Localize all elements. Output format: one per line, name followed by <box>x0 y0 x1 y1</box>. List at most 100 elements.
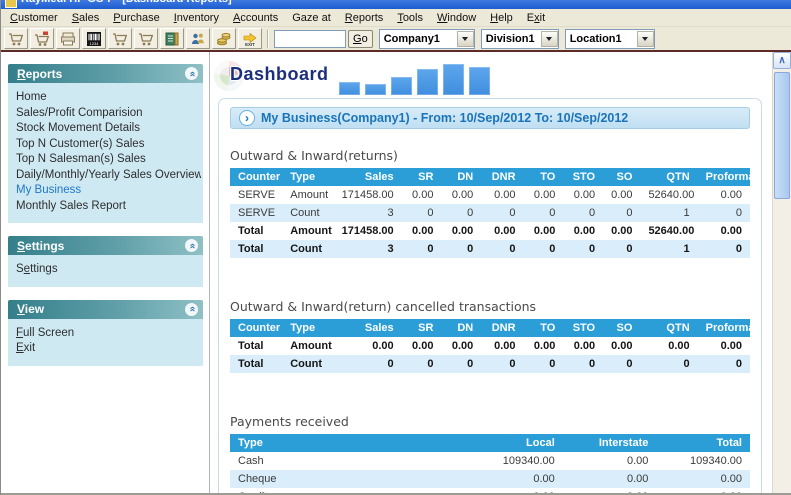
sidebar-item-my-business[interactable]: My Business <box>16 183 201 199</box>
menu-item-help[interactable]: Help <box>483 11 520 25</box>
sidebar-item-daily-monthly-yearly-sales-overview[interactable]: Daily/Monthly/Yearly Sales Overview <box>16 168 201 184</box>
column-header: SO <box>603 168 641 186</box>
cell: 0 <box>481 355 524 373</box>
cell: Total <box>238 340 264 352</box>
toolbar-button-customers[interactable] <box>186 28 210 49</box>
cell: 0.00 <box>611 340 633 352</box>
sidebar-item-top-n-customer-s-sales[interactable]: Top N Customer(s) Sales <box>16 137 201 153</box>
menu-item-tools[interactable]: Tools <box>390 11 430 25</box>
column-header: STO <box>563 319 604 337</box>
menu-item-reports[interactable]: Reports <box>338 11 391 25</box>
location-select[interactable]: Location1 <box>564 28 655 49</box>
cell: 0 <box>401 204 442 222</box>
quick-search-input[interactable] <box>274 29 346 48</box>
division-select[interactable]: Division1 <box>480 28 559 49</box>
column-header: QTN <box>640 319 698 337</box>
menu-item-sales[interactable]: Sales <box>65 11 107 25</box>
sales-cart-icon <box>8 31 24 47</box>
cell: 109340.00 <box>502 455 555 467</box>
column-header: SO <box>603 319 641 337</box>
cell: 52640.00 <box>648 189 695 201</box>
scroll-up-button[interactable]: ∧ <box>773 52 791 69</box>
table-title: Outward & Inward(return) cancelled trans… <box>230 299 537 314</box>
company-select[interactable]: Company1 <box>378 28 475 49</box>
table-title: Outward & Inward(returns) <box>230 148 398 163</box>
collapse-chevron-icon[interactable]: « <box>185 67 198 80</box>
cell: 1 <box>640 204 698 222</box>
table-section-outward-inward-returns: Outward & Inward(returns) Counter Type Sale… <box>230 148 750 258</box>
toolbar-button-cash-coins[interactable] <box>212 28 236 49</box>
dropdown-arrow-icon[interactable] <box>456 30 474 47</box>
menu-item-window[interactable]: Window <box>430 11 483 25</box>
sidebar-item-top-n-salesman-s-sales[interactable]: Top N Salesman(s) Sales <box>16 152 201 168</box>
cell: 0.00 <box>533 340 556 352</box>
cell: 0.00 <box>412 225 434 237</box>
sidebar-section-settings: Settings « Settings <box>8 236 203 287</box>
menu-item-accounts[interactable]: Accounts <box>226 11 285 25</box>
toolbar-button-purchase-cart[interactable] <box>30 28 54 49</box>
column-header: Counter <box>230 168 283 186</box>
toolbar-buttons: 1234 EXIT <box>4 28 262 49</box>
toolbar-button-sales-cart[interactable] <box>4 28 28 49</box>
menu-item-purchase[interactable]: Purchase <box>106 11 166 25</box>
menu-item-customer[interactable]: Customer <box>3 11 65 25</box>
table-row: Total Count 3 0 0 0 0 0 0 1 0 <box>230 240 750 258</box>
sidebar-item-sales-profit-comparision[interactable]: Sales/Profit Comparision <box>16 106 201 122</box>
business-header-bar[interactable]: › My Business(Company1) - From: 10/Sep/2… <box>230 107 750 129</box>
cell: Total <box>230 240 283 258</box>
cell: 0 <box>640 355 698 373</box>
cell: Total <box>238 225 264 237</box>
table-section-payments-received: Payments received Type Local Interstate Tota… <box>230 414 750 495</box>
vertical-scrollbar[interactable]: ∧ <box>772 52 791 495</box>
dropdown-arrow-icon[interactable] <box>636 30 654 47</box>
column-header: Local <box>469 434 563 452</box>
sidebar-item-settings[interactable]: Settings <box>16 262 201 278</box>
cell: 0.00 <box>720 340 742 352</box>
cell: 0.00 <box>626 455 649 467</box>
cell: 0 <box>563 355 604 373</box>
section-items: Settings <box>8 255 203 287</box>
expand-chevron-icon: › <box>239 110 255 126</box>
toolbar-button-print[interactable] <box>56 28 80 49</box>
toolbar-button-barcode[interactable]: 1234 <box>82 28 106 49</box>
column-header: QTN <box>640 168 698 186</box>
sidebar-section-header-view[interactable]: View « <box>8 299 203 319</box>
sidebar-item-home[interactable]: Home <box>16 90 201 106</box>
logo-bar <box>390 77 412 95</box>
barcode-icon: 1234 <box>86 31 102 47</box>
sidebar-item-exit[interactable]: Exit <box>16 341 201 357</box>
toolbar-button-accounts-book[interactable] <box>160 28 184 49</box>
sidebar-section-header-reports[interactable]: Reports « <box>8 64 203 83</box>
collapse-chevron-icon[interactable]: « <box>185 239 198 252</box>
collapse-chevron-icon[interactable]: « <box>185 302 198 316</box>
cell: 0.00 <box>412 189 434 201</box>
data-table: Counter Type Sales SR DN DNR TO STO SO QTN Proform… <box>230 319 750 373</box>
cell: SERVE <box>230 204 283 222</box>
cell: Amount <box>290 340 332 352</box>
dropdown-arrow-icon[interactable] <box>540 30 558 47</box>
sidebar-item-stock-movement-details[interactable]: Stock Movement Details <box>16 121 201 137</box>
toolbar-button-exit[interactable]: EXIT <box>238 28 262 49</box>
table-header-row: Type Local Interstate Total <box>230 434 750 452</box>
table-row: SERVE Amount 171458.00 0.00 0.00 0.00 0.00 0.00… <box>230 186 750 204</box>
go-button[interactable]: Go <box>348 29 373 48</box>
toolbar-button-delivery-cart[interactable] <box>108 28 132 49</box>
menu-item-exit[interactable]: Exit <box>520 11 552 25</box>
scrollbar-thumb[interactable] <box>774 72 790 199</box>
section-items: Full Screen Exit <box>8 318 203 366</box>
sidebar-item-monthly-sales-report[interactable]: Monthly Sales Report <box>16 199 201 215</box>
sidebar-item-full-screen[interactable]: Full Screen <box>16 326 201 342</box>
column-header: DN <box>441 319 482 337</box>
sidebar-section-header-settings[interactable]: Settings « <box>8 236 203 255</box>
toolbar-button-returns-cart[interactable] <box>134 28 158 49</box>
cell: 0.00 <box>412 340 434 352</box>
cell: 0 <box>697 204 750 222</box>
cell: 0.00 <box>372 340 394 352</box>
menu-item-inventory[interactable]: Inventory <box>167 11 226 25</box>
cell: 0 <box>441 355 482 373</box>
cell: Total <box>230 355 283 373</box>
table-row: Total Amount 171458.00 0.00 0.00 0.00 0.00 0.00… <box>230 222 750 240</box>
cell: 52640.00 <box>648 225 695 237</box>
menu-item-gaze-at[interactable]: Gaze at <box>285 11 338 25</box>
cash-coins-icon <box>216 31 232 47</box>
